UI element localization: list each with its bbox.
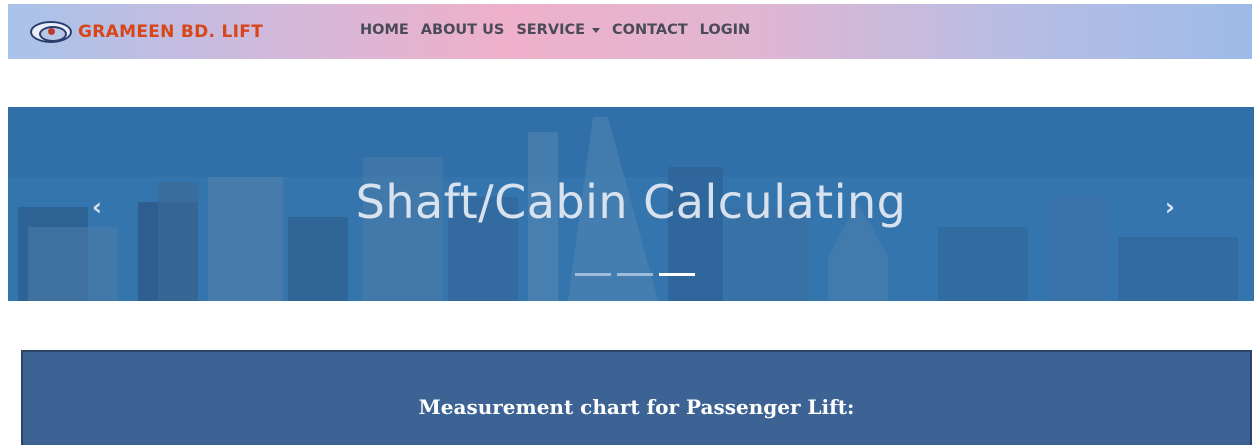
- nav-links: HOME ABOUT US SERVICE CONTACT LOGIN: [360, 22, 762, 38]
- hero-carousel: ‹ Shaft/Cabin Calculating ›: [8, 107, 1254, 301]
- carousel-next-button[interactable]: ›: [1165, 193, 1175, 221]
- carousel-indicators: [575, 273, 695, 276]
- top-navbar: GRAMEEN BD. LIFT HOME ABOUT US SERVICE C…: [8, 4, 1252, 59]
- brand-logo-icon: [30, 21, 72, 43]
- brand-name: GRAMEEN BD. LIFT: [78, 22, 264, 42]
- carousel-indicator-3[interactable]: [659, 273, 695, 276]
- nav-login[interactable]: LOGIN: [700, 22, 750, 38]
- panel-title: Measurement chart for Passenger Lift:: [418, 395, 855, 419]
- caret-down-icon: [592, 27, 601, 33]
- nav-service-dropdown[interactable]: SERVICE: [516, 22, 601, 38]
- carousel-indicator-1[interactable]: [575, 273, 611, 276]
- nav-service-label: SERVICE: [516, 22, 586, 38]
- measurement-panel: Measurement chart for Passenger Lift:: [21, 350, 1252, 445]
- nav-home[interactable]: HOME: [360, 22, 409, 38]
- carousel-indicator-2[interactable]: [617, 273, 653, 276]
- brand-link[interactable]: GRAMEEN BD. LIFT: [30, 19, 263, 45]
- hero-caption: Shaft/Cabin Calculating: [355, 175, 907, 229]
- nav-contact[interactable]: CONTACT: [612, 22, 688, 38]
- nav-about-us[interactable]: ABOUT US: [421, 22, 505, 38]
